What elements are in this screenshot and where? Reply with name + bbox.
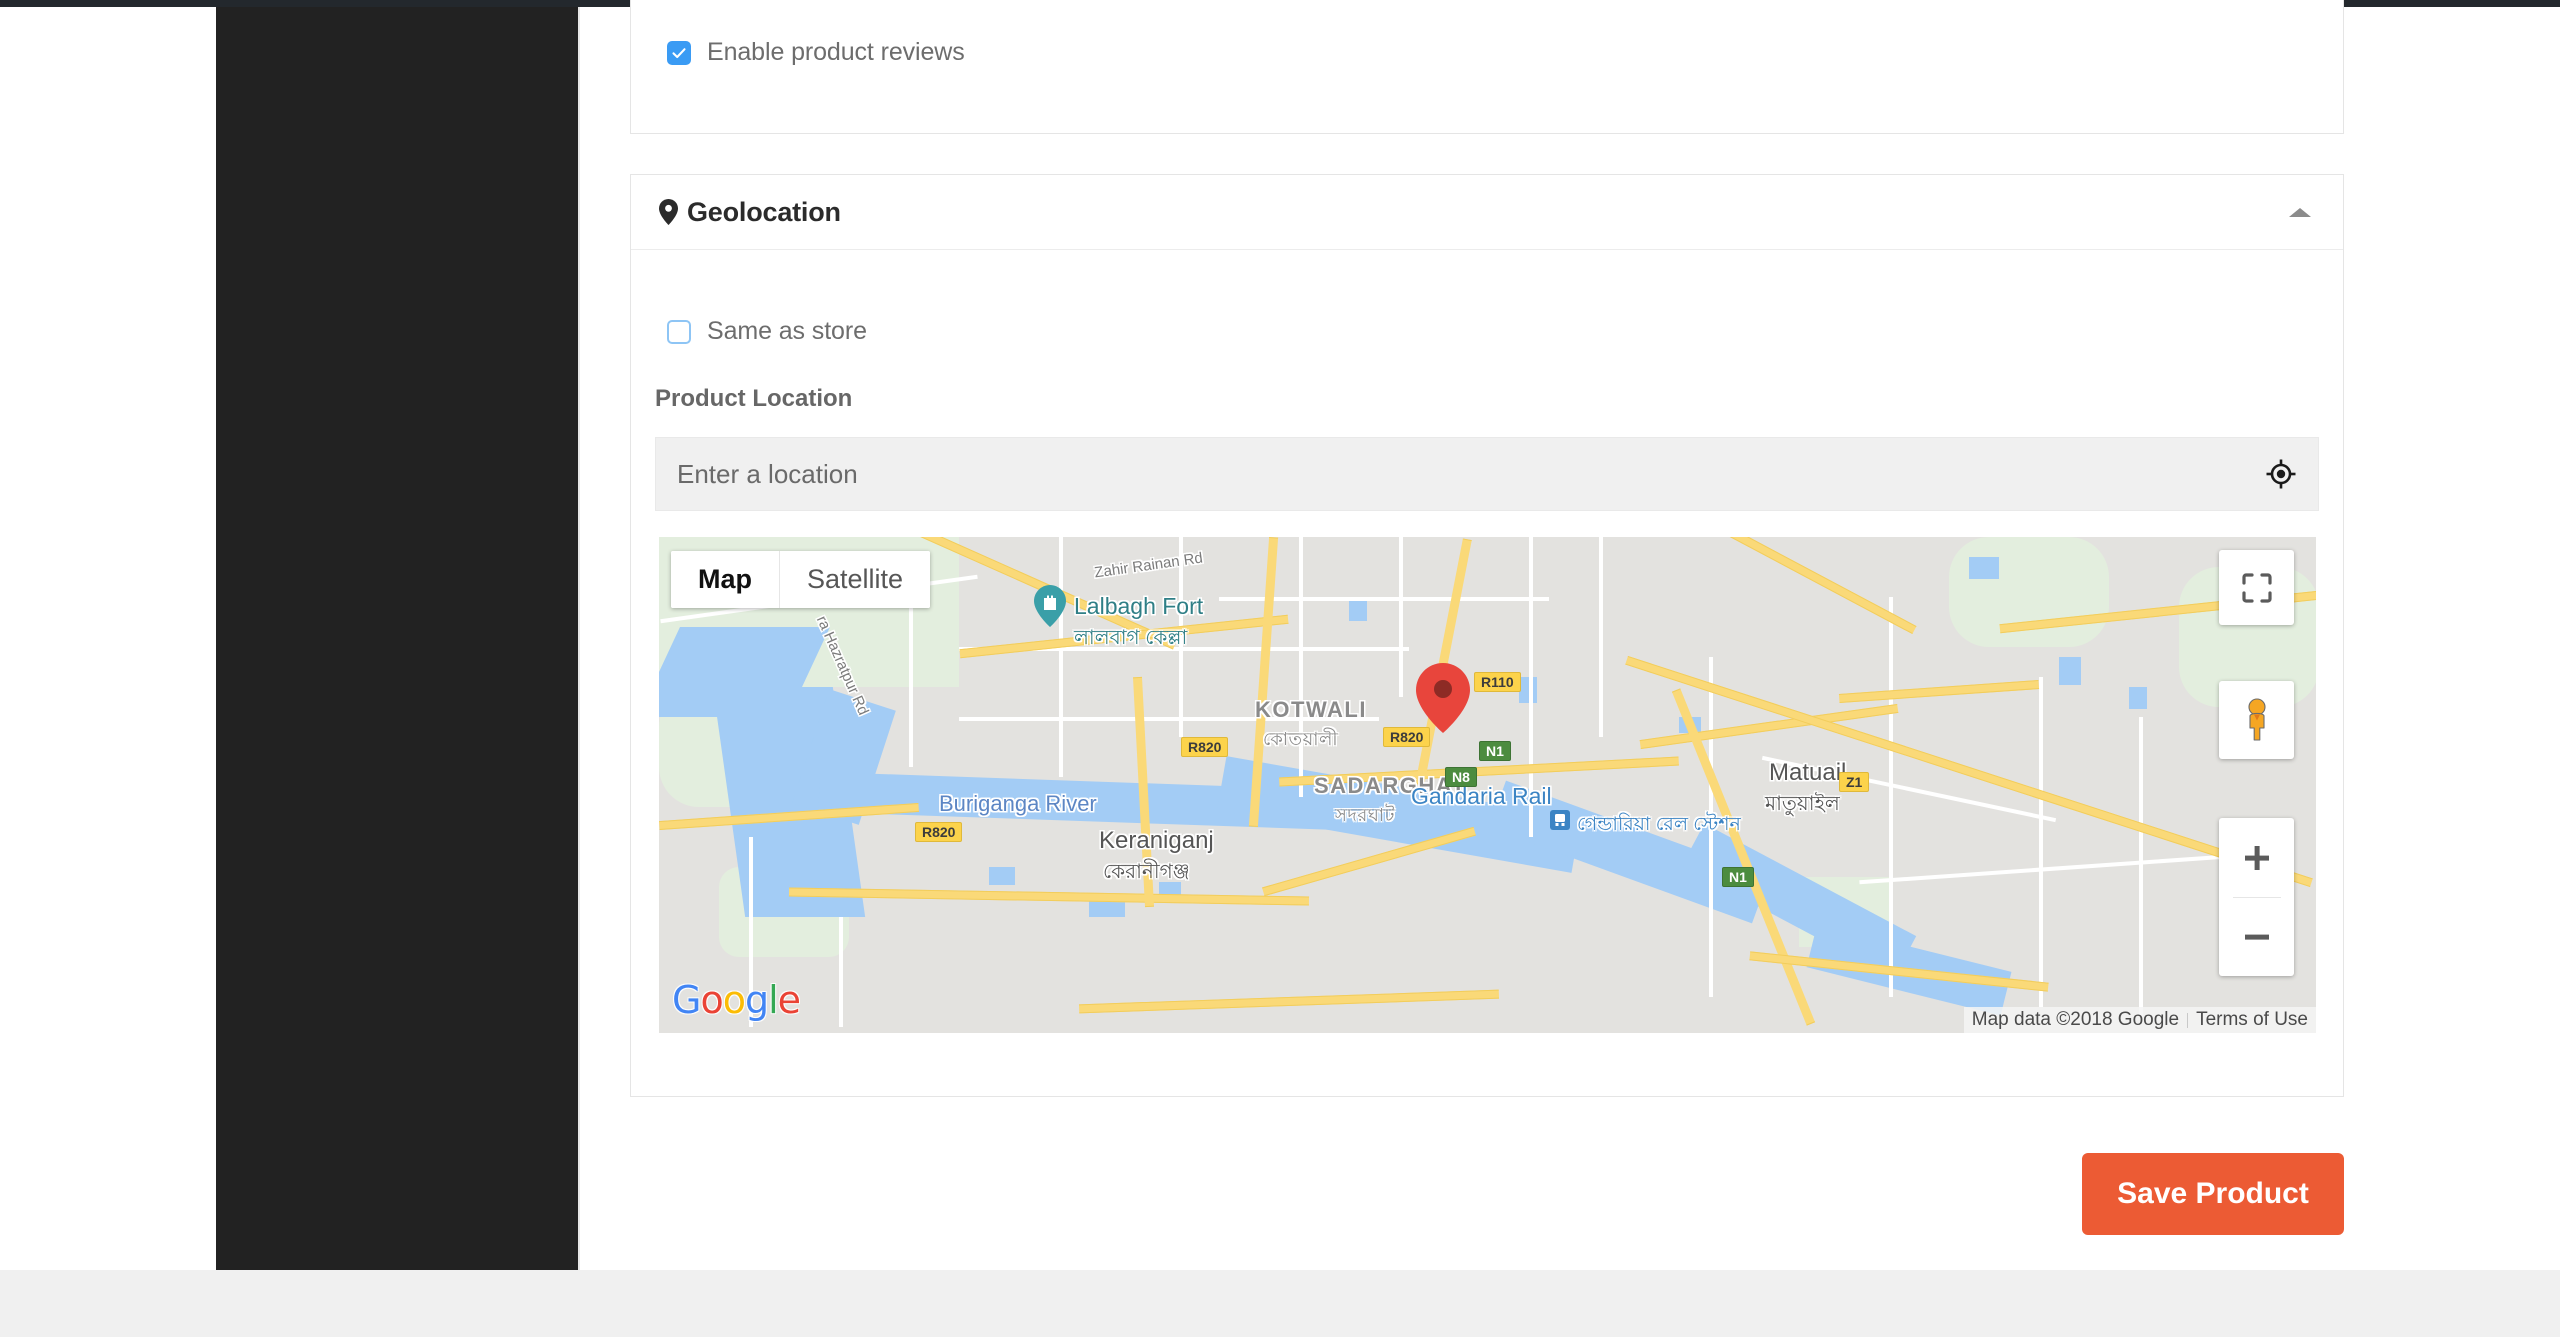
page-root: Enable product reviews Geolocation Same … (0, 0, 2560, 1337)
map-place-label: Matuail (1769, 759, 1847, 786)
map-poi-label: Lalbagh Fort (1074, 593, 1204, 619)
geolocation-collapse-toggle[interactable] (2285, 197, 2315, 227)
product-location-input[interactable] (656, 438, 2244, 510)
map-area-label-bn: কোতয়ালী (1263, 729, 1339, 749)
content-divider (578, 7, 580, 1270)
map-place-label-bn: কেরানীগঞ্জ (1103, 861, 1190, 883)
map-road-shield: R820 (1181, 737, 1229, 757)
map-fullscreen-button[interactable] (2219, 550, 2294, 625)
map-road-shield: N8 (1445, 767, 1477, 787)
google-logo-letter: l (768, 978, 779, 1022)
google-map[interactable]: ra Hazratpur Rd Zahir Rainan Rd Lalbagh … (659, 537, 2316, 1033)
map-place-label: Keraniganj (1099, 827, 1214, 854)
product-location-field[interactable] (655, 437, 2319, 511)
admin-sidebar[interactable] (216, 7, 578, 1270)
map-transit-label-bn: গেন্ডারিয়া রেল স্টেশন (1577, 814, 1741, 835)
pegman-icon (2247, 698, 2266, 741)
geolocation-title: Geolocation (687, 196, 841, 227)
product-reviews-card (630, 0, 2344, 134)
map-place-label-bn: মাতুয়াইল (1765, 793, 1840, 815)
map-pin-icon (659, 198, 678, 230)
fullscreen-icon (2241, 572, 2272, 603)
red-pin-icon (1415, 662, 1470, 733)
map-poi-label-bn: লালবাগ কেল্লা (1074, 627, 1188, 649)
google-logo-letter: G (672, 978, 701, 1022)
street-view-pegman-button[interactable] (2219, 681, 2294, 759)
enable-product-reviews-label: Enable product reviews (707, 38, 965, 66)
google-logo[interactable]: Google (672, 978, 801, 1022)
my-location-crosshair-icon (2266, 459, 2296, 489)
map-area-label: KOTWALI (1255, 697, 1367, 722)
minus-icon (2244, 934, 2269, 940)
monument-marker-icon (1034, 585, 1066, 627)
map-area-label-bn: সদরঘাট (1335, 805, 1395, 825)
caret-up-icon (2289, 207, 2311, 217)
map-terms-of-use-link[interactable]: Terms of Use (2188, 1009, 2316, 1031)
map-type-toggle[interactable]: Map Satellite (671, 551, 931, 608)
map-poi-lalbagh-fort[interactable] (1034, 585, 1066, 632)
map-type-map-button[interactable]: Map (671, 551, 779, 608)
google-logo-letter: e (777, 978, 801, 1022)
map-zoom-in-button[interactable] (2219, 819, 2294, 897)
map-transit-label: Gandaria Rail (1411, 783, 1552, 809)
enable-product-reviews-row[interactable]: Enable product reviews (667, 38, 965, 67)
google-logo-letter: g (744, 978, 769, 1022)
map-type-satellite-button[interactable]: Satellite (779, 551, 931, 608)
google-logo-letter: o (700, 978, 723, 1022)
train-station-icon (1549, 809, 1571, 836)
map-data-attribution: Map data ©2018 Google (1971, 1009, 2180, 1030)
product-location-label: Product Location (655, 385, 853, 412)
same-as-store-row[interactable]: Same as store (667, 317, 867, 346)
map-road-shield: N1 (1722, 867, 1754, 887)
same-as-store-label: Same as store (707, 317, 867, 345)
map-canvas[interactable]: ra Hazratpur Rd Zahir Rainan Rd Lalbagh … (659, 537, 2316, 1033)
map-zoom-out-button[interactable] (2219, 898, 2294, 976)
map-road-shield: N1 (1479, 741, 1511, 761)
map-water-label: Buriganga River (939, 791, 1097, 816)
my-location-button[interactable] (2244, 437, 2318, 511)
same-as-store-checkbox[interactable] (667, 319, 691, 344)
map-road-shield: R110 (1474, 672, 1521, 692)
page-footer (0, 1270, 2560, 1337)
map-location-marker[interactable] (1415, 662, 1470, 738)
map-attribution: Map data ©2018 Google Terms of Use (1963, 1007, 2316, 1033)
checkmark-icon (672, 47, 686, 58)
enable-product-reviews-checkbox[interactable] (667, 40, 691, 65)
map-zoom-controls[interactable] (2219, 818, 2294, 976)
geolocation-card-header: Geolocation (631, 175, 2343, 250)
save-product-button[interactable]: Save Product (2082, 1153, 2344, 1235)
plus-icon (2244, 845, 2269, 870)
map-road-shield: R820 (915, 822, 963, 842)
map-road-shield: Z1 (1839, 772, 1870, 792)
google-logo-letter: o (722, 978, 746, 1022)
